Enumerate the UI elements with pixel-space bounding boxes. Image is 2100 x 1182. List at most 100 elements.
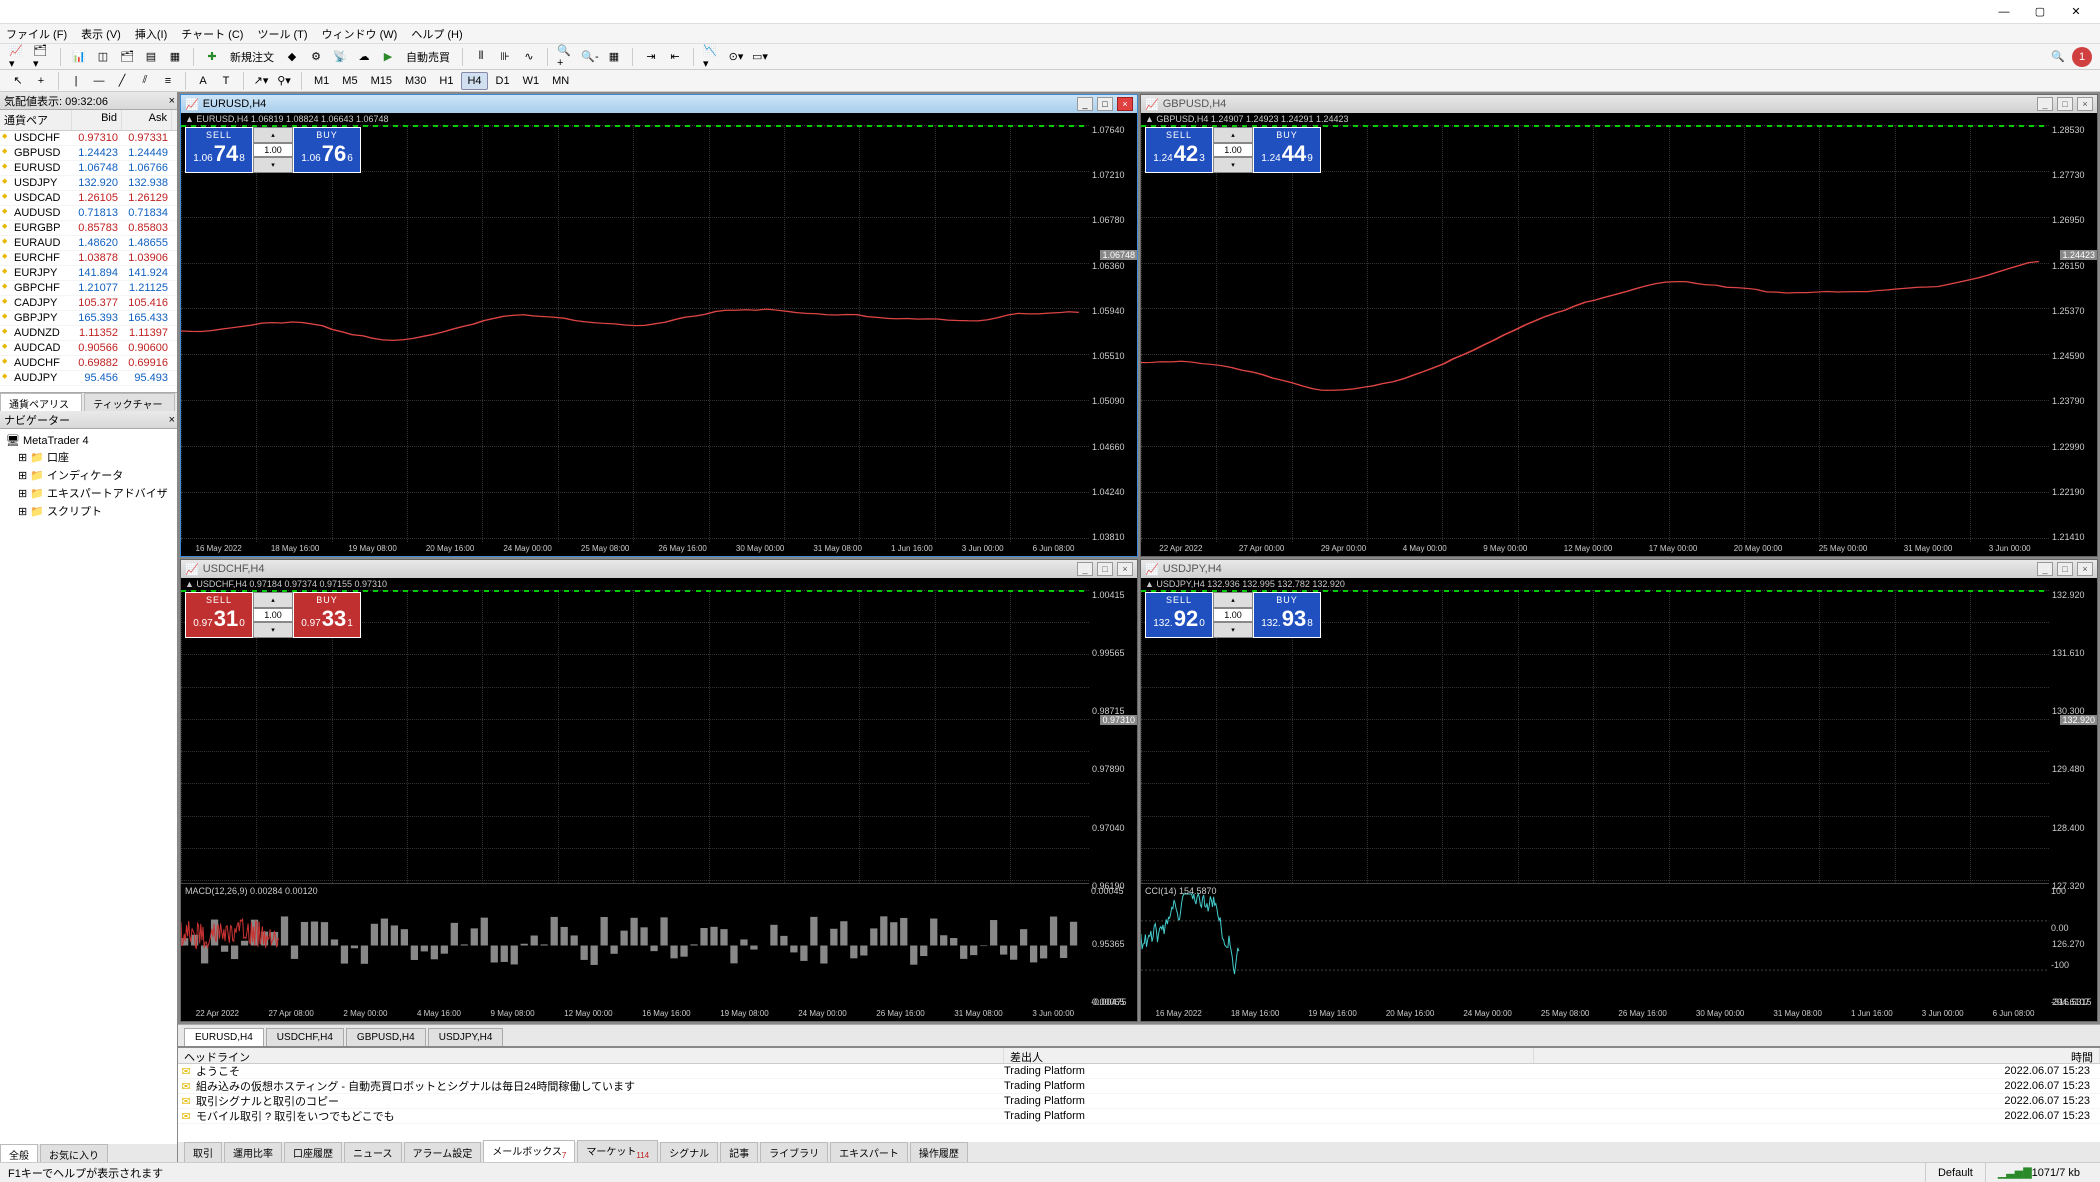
vline-icon[interactable]: | [66, 71, 86, 91]
new-order-icon[interactable]: ✚ [202, 47, 222, 67]
bar-chart-icon[interactable]: ⫴ [471, 47, 491, 67]
market-watch-row[interactable]: EURCHF1.038781.03906 [0, 251, 177, 266]
chart-canvas[interactable] [181, 125, 1089, 542]
nav-node[interactable]: ⊞ 📁 インディケータ [4, 466, 173, 484]
minimize-icon[interactable]: _ [2037, 97, 2053, 111]
timeframe-W1[interactable]: W1 [518, 72, 545, 90]
autotrade-button[interactable]: 自動売買 [402, 49, 454, 65]
text-icon[interactable]: A [193, 71, 213, 91]
market-watch-row[interactable]: USDCHF0.973100.97331 [0, 131, 177, 146]
volume-input[interactable] [253, 143, 293, 157]
objects-icon[interactable]: ⚲▾ [274, 71, 294, 91]
chart-canvas[interactable] [1141, 125, 2049, 542]
crosshair-icon[interactable]: + [31, 71, 51, 91]
buy-button[interactable]: BUY 1.24449 [1253, 127, 1321, 173]
arrows-icon[interactable]: ↗▾ [251, 71, 271, 91]
status-profile[interactable]: Default [1925, 1163, 1985, 1182]
terminal-tab[interactable]: 運用比率 [224, 1142, 282, 1162]
maximize-icon[interactable]: □ [2057, 562, 2073, 576]
terminal-tab[interactable]: 口座履歴 [284, 1142, 342, 1162]
tab-tick-chart[interactable]: ティックチャート [84, 393, 175, 411]
vol-down-icon[interactable]: ▾ [253, 622, 293, 638]
terminal-tab[interactable]: シグナル [660, 1142, 718, 1162]
market-watch-row[interactable]: AUDCHF0.698820.69916 [0, 356, 177, 371]
vol-down-icon[interactable]: ▾ [1213, 622, 1253, 638]
search-icon[interactable]: 🔍 [2048, 47, 2068, 67]
vps-icon[interactable]: ☁ [354, 47, 374, 67]
nav-node[interactable]: ⊞ 📁 スクリプト [4, 502, 173, 520]
market-watch-row[interactable]: USDCAD1.261051.26129 [0, 191, 177, 206]
periods-icon[interactable]: ⊙▾ [726, 47, 746, 67]
chart-window[interactable]: 📈 USDCHF,H4 _ □ × ▲ USDCHF,H4 0.97184 0.… [180, 559, 1138, 1022]
indicators-icon[interactable]: 📉▾ [702, 47, 722, 67]
chart-tab[interactable]: USDCHF,H4 [266, 1028, 344, 1046]
tile-windows-icon[interactable]: ▦ [604, 47, 624, 67]
col-symbol[interactable]: 通貨ペア [0, 110, 72, 130]
market-watch-row[interactable]: AUDUSD0.718130.71834 [0, 206, 177, 221]
sell-button[interactable]: SELL 1.24423 [1145, 127, 1213, 173]
maximize-icon[interactable]: □ [1097, 562, 1113, 576]
close-icon[interactable]: × [2077, 97, 2093, 111]
timeframe-H1[interactable]: H1 [434, 72, 458, 90]
menu-item[interactable]: 表示 (V) [81, 26, 121, 42]
close-icon[interactable]: × [2077, 562, 2093, 576]
minimize-icon[interactable]: _ [1077, 97, 1093, 111]
vol-up-icon[interactable]: ▴ [1213, 127, 1253, 143]
close-icon[interactable]: × [1117, 97, 1133, 111]
close-icon[interactable]: × [1117, 562, 1133, 576]
mail-row[interactable]: ✉組み込みの仮想ホスティング - 自動売買ロボットとシグナルは毎日24時間稼働し… [178, 1079, 2100, 1094]
market-watch-row[interactable]: USDJPY132.920132.938 [0, 176, 177, 191]
volume-input[interactable] [253, 608, 293, 622]
timeframe-M1[interactable]: M1 [309, 72, 334, 90]
menu-item[interactable]: ウィンドウ (W) [322, 26, 398, 42]
maximize-icon[interactable]: □ [2057, 97, 2073, 111]
maximize-button[interactable]: ▢ [2022, 2, 2058, 22]
col-sender[interactable]: 差出人 [1004, 1048, 1534, 1063]
sell-button[interactable]: SELL 0.97310 [185, 592, 253, 638]
terminal-tab[interactable]: 取引 [184, 1142, 222, 1162]
vol-down-icon[interactable]: ▾ [253, 157, 293, 173]
minimize-icon[interactable]: _ [1077, 562, 1093, 576]
fibo-icon[interactable]: ≡ [158, 71, 178, 91]
timeframe-H4[interactable]: H4 [461, 72, 487, 90]
col-headline[interactable]: ヘッドライン [178, 1048, 1004, 1063]
timeframe-D1[interactable]: D1 [491, 72, 515, 90]
mail-row[interactable]: ✉取引シグナルと取引のコピーTrading Platform2022.06.07… [178, 1094, 2100, 1109]
minimize-icon[interactable]: _ [2037, 562, 2053, 576]
market-watch-row[interactable]: GBPJPY165.393165.433 [0, 311, 177, 326]
text-label-icon[interactable]: T [216, 71, 236, 91]
close-icon[interactable]: × [169, 95, 175, 107]
mail-row[interactable]: ✉モバイル取引 ? 取引をいつでもどこでもTrading Platform202… [178, 1109, 2100, 1124]
notifications-icon[interactable]: 1 [2072, 47, 2092, 67]
menu-item[interactable]: チャート (C) [181, 26, 243, 42]
chart-shift-icon[interactable]: ⇤ [665, 47, 685, 67]
profiles-icon[interactable]: 🗂▾ [32, 47, 52, 67]
trendline-icon[interactable]: ╱ [112, 71, 132, 91]
channel-icon[interactable]: ⫽ [135, 71, 155, 91]
tab-favorites[interactable]: お気に入り [40, 1144, 108, 1162]
mail-row[interactable]: ✉ようこそTrading Platform2022.06.07 15:23 [178, 1064, 2100, 1079]
menu-item[interactable]: ファイル (F) [6, 26, 67, 42]
chart-window[interactable]: 📈 EURUSD,H4 _ □ × ▲ EURUSD,H4 1.06819 1.… [180, 94, 1138, 557]
minimize-button[interactable]: — [1986, 2, 2022, 22]
data-window-icon[interactable]: ◫ [93, 47, 113, 67]
candle-chart-icon[interactable]: ⊪ [495, 47, 515, 67]
timeframe-MN[interactable]: MN [547, 72, 574, 90]
market-watch-row[interactable]: AUDCAD0.905660.90600 [0, 341, 177, 356]
terminal-tab[interactable]: メールボックス7 [483, 1140, 575, 1162]
autotrade-icon[interactable]: ▶ [378, 47, 398, 67]
terminal-tab[interactable]: マーケット114 [577, 1140, 658, 1162]
market-watch-row[interactable]: GBPUSD1.244231.24449 [0, 146, 177, 161]
terminal-tab[interactable]: エキスパート [830, 1142, 908, 1162]
hline-icon[interactable]: — [89, 71, 109, 91]
market-watch-row[interactable]: AUDNZD1.113521.11397 [0, 326, 177, 341]
sell-button[interactable]: SELL 1.06748 [185, 127, 253, 173]
signals-icon[interactable]: 📡 [330, 47, 350, 67]
vol-up-icon[interactable]: ▴ [253, 127, 293, 143]
chart-window[interactable]: 📈 USDJPY,H4 _ □ × ▲ USDJPY,H4 132.936 13… [1140, 559, 2098, 1022]
tab-symbols[interactable]: 通貨ペアリスト [0, 393, 82, 411]
col-time[interactable]: 時間 [1534, 1048, 2100, 1063]
new-chart-icon[interactable]: 📈▾ [8, 47, 28, 67]
timeframe-M5[interactable]: M5 [337, 72, 362, 90]
col-bid[interactable]: Bid [72, 110, 122, 130]
